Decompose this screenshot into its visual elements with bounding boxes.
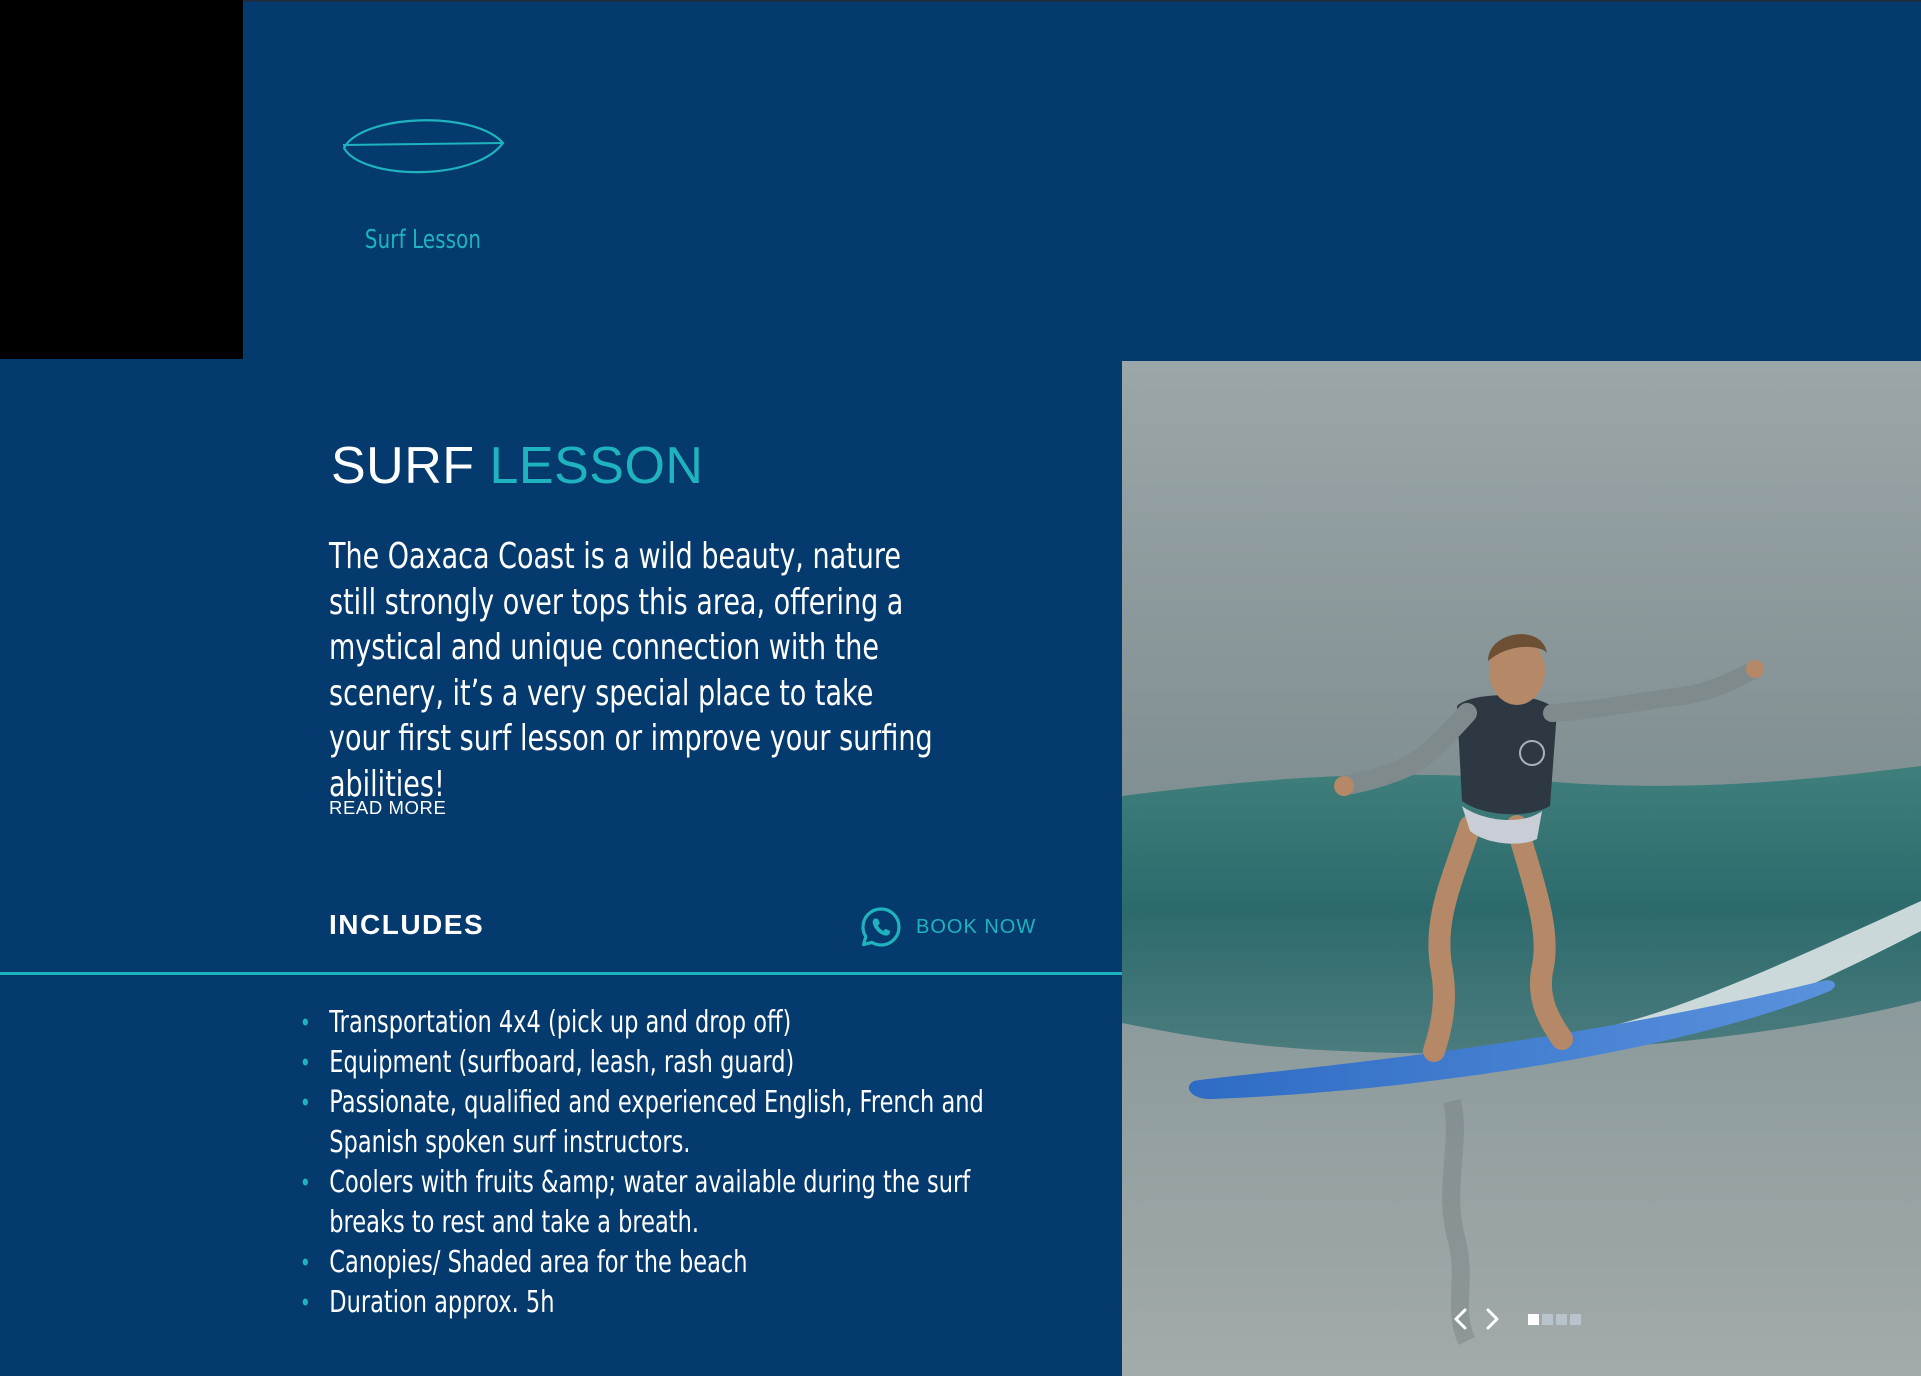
bullet-icon: • — [300, 1289, 311, 1317]
bullet-icon: • — [300, 1009, 311, 1037]
list-item-text: Equipment (surfboard, leash, rash guard) — [329, 1045, 795, 1080]
list-item: • Coolers with fruits &amp; water availab… — [300, 1163, 1005, 1243]
surfboard-icon[interactable] — [340, 113, 506, 178]
title-word-lesson: LESSON — [489, 437, 704, 495]
includes-heading: INCLUDES — [329, 909, 485, 940]
bullet-icon: • — [300, 1169, 311, 1197]
slider-dot[interactable] — [1542, 1314, 1553, 1325]
slider-dot[interactable] — [1556, 1314, 1567, 1325]
list-item-text: Coolers with fruits &amp; water availabl… — [329, 1165, 971, 1240]
list-item-text: Duration approx. 5h — [329, 1285, 555, 1320]
whatsapp-icon — [861, 907, 901, 947]
list-item: • Canopies/ Shaded area for the beach — [300, 1243, 1005, 1283]
list-item-text: Transportation 4x4 (pick up and drop off… — [329, 1005, 792, 1040]
top-border — [243, 0, 1921, 2]
page-title: SURF LESSON — [331, 440, 704, 492]
title-word-surf: SURF — [331, 437, 475, 495]
read-more-link[interactable]: READ MORE — [329, 797, 446, 819]
bullet-icon: • — [300, 1089, 311, 1117]
slider-pagination — [1528, 1314, 1581, 1325]
list-item: • Equipment (surfboard, leash, rash guard… — [300, 1043, 1005, 1083]
list-item: • Duration approx. 5h — [300, 1283, 1005, 1323]
book-now-label: BOOK NOW — [916, 915, 1037, 938]
list-item-text: Passionate, qualified and experienced En… — [329, 1085, 984, 1160]
corner-block — [0, 0, 243, 359]
slider-dot[interactable] — [1528, 1314, 1539, 1325]
bullet-icon: • — [300, 1249, 311, 1277]
surfer-photo — [1122, 361, 1921, 1376]
surf-photo-slider[interactable] — [1122, 361, 1921, 1376]
list-item: • Passionate, qualified and experienced E… — [300, 1083, 1005, 1163]
slider-next-icon[interactable] — [1482, 1306, 1502, 1332]
includes-divider — [0, 972, 1122, 975]
nav-surf-lesson-label[interactable]: Surf Lesson — [360, 225, 486, 255]
list-item: • Transportation 4x4 (pick up and drop of… — [300, 1003, 1005, 1043]
bullet-icon: • — [300, 1049, 311, 1077]
slider-prev-icon[interactable] — [1451, 1306, 1471, 1332]
slider-dot[interactable] — [1570, 1314, 1581, 1325]
book-now-button[interactable]: BOOK NOW — [860, 904, 1036, 950]
includes-list: • Transportation 4x4 (pick up and drop of… — [300, 1003, 1005, 1323]
lesson-description: The Oaxaca Coast is a wild beauty, natur… — [329, 536, 933, 805]
list-item-text: Canopies/ Shaded area for the beach — [329, 1245, 748, 1280]
